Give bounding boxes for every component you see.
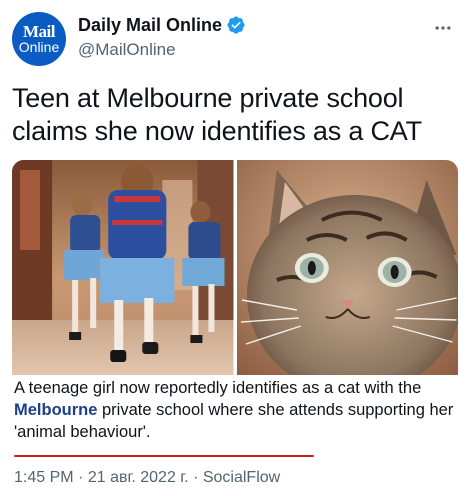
verified-badge-icon: [226, 15, 246, 35]
tweet-source[interactable]: SocialFlow: [203, 469, 280, 486]
schoolgirls-running-photo[interactable]: [12, 160, 234, 375]
tweet-text: Teen at Melbourne private school claims …: [12, 82, 464, 148]
name-row: Daily Mail Online: [78, 13, 246, 37]
highlight-underline: [14, 455, 314, 457]
caption-part-1: A teenage girl now reportedly identifies…: [14, 379, 422, 397]
tweet-header: Mail Online Daily Mail Online @MailOnlin…: [12, 8, 461, 70]
display-name[interactable]: Daily Mail Online: [78, 13, 222, 37]
tweet-time[interactable]: 1:45 PM: [14, 469, 74, 486]
more-options-icon[interactable]: [431, 16, 455, 40]
tabby-cat-photo[interactable]: [236, 160, 458, 375]
account-names: Daily Mail Online @MailOnline: [78, 13, 246, 62]
caption-bold[interactable]: Melbourne: [14, 401, 97, 419]
avatar-line1: Mail: [23, 21, 56, 41]
account-handle[interactable]: @MailOnline: [78, 38, 246, 62]
tweet-meta: 1:45 PM · 21 авг. 2022 г. · SocialFlow: [14, 467, 280, 489]
avatar[interactable]: Mail Online: [12, 12, 66, 66]
meta-separator-2: ·: [193, 469, 199, 486]
meta-separator: ·: [78, 469, 84, 486]
media-caption: A teenage girl now reportedly identifies…: [14, 377, 460, 443]
avatar-line2: Online: [18, 38, 60, 55]
headline-line-2: claims she now identifies as a CAT: [12, 116, 422, 146]
media-grid[interactable]: [12, 160, 458, 375]
headline-line-1: Teen at Melbourne private school: [12, 83, 404, 113]
tweet-date[interactable]: 21 авг. 2022 г.: [88, 469, 189, 486]
